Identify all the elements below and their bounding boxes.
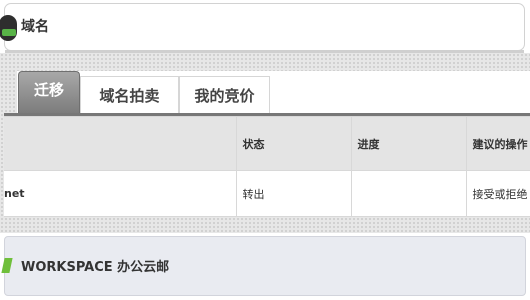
progress-cell <box>350 170 467 217</box>
table-row: net 转出 接受或拒绝 <box>4 170 530 217</box>
domain-panel-title: 域名 <box>21 19 49 35</box>
workspace-logo-icon <box>1 258 13 273</box>
tab-my-bids[interactable]: 我的竞价 <box>179 76 270 113</box>
column-header-action: 建议的操作 <box>465 116 530 171</box>
tab-strip: 迁移 域名拍卖 我的竞价 <box>17 71 530 113</box>
tab-transfer-label: 迁移 <box>33 81 64 99</box>
column-header-domain <box>4 116 237 171</box>
workspace-panel-title: WORKSPACE 办公云邮 <box>21 260 170 275</box>
tab-domain-auction[interactable]: 域名拍卖 <box>80 76 179 113</box>
transfer-table: 状态 进度 建议的操作 net 转出 接受或拒绝 <box>4 116 530 217</box>
status-cell: 转出 <box>235 170 352 217</box>
table-header-row: 状态 进度 建议的操作 <box>4 116 530 171</box>
action-cell[interactable]: 接受或拒绝 <box>465 170 530 217</box>
column-header-status: 状态 <box>235 116 352 171</box>
domain-header-panel: 域名 <box>0 3 525 53</box>
tab-transfer[interactable]: 迁移 <box>18 71 80 113</box>
workspace-panel[interactable]: WORKSPACE 办公云邮 <box>1 236 526 296</box>
domain-logo-icon <box>0 15 17 41</box>
column-header-progress: 进度 <box>350 116 467 171</box>
domain-name-cell: net <box>4 170 237 217</box>
